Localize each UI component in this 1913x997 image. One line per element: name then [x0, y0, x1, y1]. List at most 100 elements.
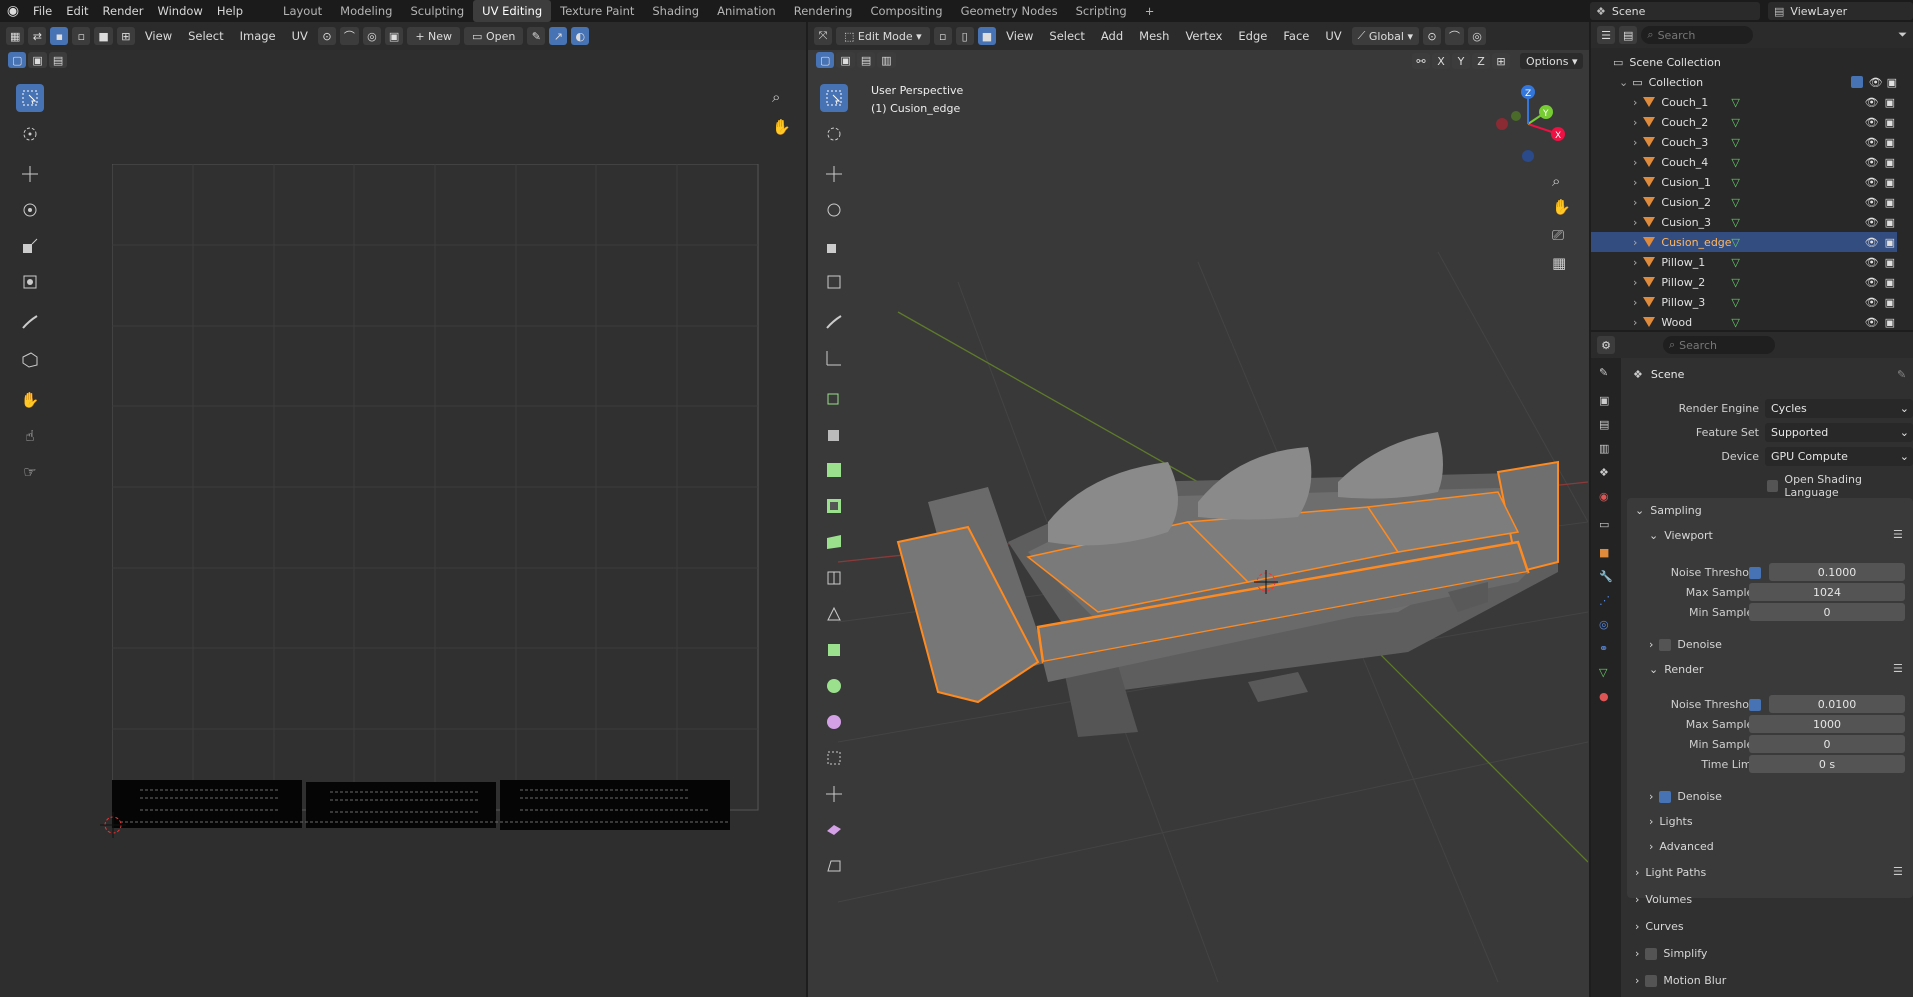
expand-chevron-icon[interactable]: › [1633, 216, 1637, 229]
data-tab-icon[interactable]: ▽ [1599, 666, 1607, 679]
annotate-tool-icon[interactable] [16, 308, 44, 336]
uv-menu-image[interactable]: Image [234, 29, 282, 43]
render-presets-icon[interactable]: ☰ [1893, 662, 1903, 675]
outliner-item[interactable]: › Couch_4 ▽ 👁 ▣ [1591, 152, 1897, 172]
expand-chevron-icon[interactable]: › [1633, 156, 1637, 169]
render-visibility-icon[interactable]: ▣ [1885, 136, 1895, 149]
scene-tab-icon[interactable]: ❖ [1599, 466, 1609, 479]
outliner-type-icon[interactable]: ☰ [1597, 26, 1615, 44]
collection-visibility-icon[interactable]: 👁 [1869, 76, 1883, 89]
select-mode-new-icon[interactable]: ▢ [8, 52, 27, 68]
volumes-row[interactable]: › Volumes [1635, 893, 1692, 906]
viewport-scene[interactable] [838, 222, 1588, 992]
proportional-editing-icon[interactable]: ◎ [1468, 27, 1486, 45]
workspace-tab-geometry-nodes[interactable]: Geometry Nodes [952, 0, 1067, 22]
expand-chevron-icon[interactable]: › [1633, 296, 1637, 309]
visibility-icon[interactable]: 👁 [1865, 116, 1879, 129]
visibility-icon[interactable]: 👁 [1865, 176, 1879, 189]
r-min-samples-field[interactable]: 0 [1749, 735, 1905, 753]
collection-row[interactable]: ⌄ ▭ Collection 👁 ▣ [1591, 72, 1897, 92]
uv-menu-select[interactable]: Select [182, 29, 229, 43]
workspace-tab-scripting[interactable]: Scripting [1067, 0, 1136, 22]
gizmo-toggle-icon[interactable]: ↗ [549, 27, 568, 45]
vp-menu-select[interactable]: Select [1043, 29, 1090, 43]
visibility-icon[interactable]: 👁 [1865, 156, 1879, 169]
vp-noise-threshold-field[interactable]: 0.1000 [1769, 563, 1905, 581]
simplify-row[interactable]: › Simplify [1635, 947, 1707, 960]
outliner-item[interactable]: › Cusion_1 ▽ 👁 ▣ [1591, 172, 1897, 192]
select-mode-extend-icon[interactable]: ▣ [28, 52, 47, 68]
uv-pan-icon[interactable]: ✋ [772, 118, 791, 136]
light-paths-row[interactable]: › Light Paths [1635, 866, 1706, 879]
expand-chevron-icon[interactable]: › [1633, 176, 1637, 189]
viewport-editor-type-icon[interactable]: ⤧ [814, 27, 832, 45]
grab-tool-icon[interactable]: ✋ [16, 386, 44, 414]
blender-logo-icon[interactable]: ◉ [0, 3, 26, 19]
expand-chevron-icon[interactable]: › [1633, 116, 1637, 129]
edge-select-icon[interactable]: ▫ [72, 27, 91, 45]
pivot-point-icon[interactable]: ⊙ [1423, 27, 1441, 45]
axis-z-button[interactable]: Z [1472, 53, 1490, 69]
uv-menu-uv[interactable]: UV [286, 29, 314, 43]
scene-collection-row[interactable]: ▭ Scene Collection [1591, 52, 1897, 72]
vp-zoom-icon[interactable]: ⌕ [1552, 172, 1560, 190]
outliner-item[interactable]: › Cusion_3 ▽ 👁 ▣ [1591, 212, 1897, 232]
viewport-presets-icon[interactable]: ☰ [1893, 528, 1903, 541]
add-workspace-button[interactable]: + [1136, 0, 1164, 22]
r-noise-threshold-checkbox[interactable] [1749, 699, 1761, 711]
collection-render-icon[interactable]: ▣ [1887, 76, 1897, 89]
face-select-icon[interactable]: ■ [94, 27, 113, 45]
collection-tab-icon[interactable]: ▭ [1599, 518, 1609, 531]
r-max-samples-field[interactable]: 1000 [1749, 715, 1905, 733]
render-visibility-icon[interactable]: ▣ [1885, 276, 1895, 289]
rotate-tool-icon[interactable] [16, 196, 44, 224]
curves-row[interactable]: › Curves [1635, 920, 1684, 933]
expand-chevron-icon[interactable]: › [1633, 236, 1637, 249]
menu-edit[interactable]: Edit [59, 0, 95, 22]
uv-menu-view[interactable]: View [139, 29, 178, 43]
vp-select-invert-icon[interactable]: ▥ [877, 52, 896, 68]
menu-window[interactable]: Window [150, 0, 209, 22]
time-limit-field[interactable]: 0 s [1749, 755, 1905, 773]
render-subpanel-header[interactable]: ⌄ Render [1649, 663, 1703, 676]
material-tab-icon[interactable]: ● [1599, 690, 1609, 703]
vp-menu-edge[interactable]: Edge [1232, 29, 1273, 43]
snap-icon[interactable]: ⌒ [339, 27, 359, 45]
options-button[interactable]: Options ▾ [1520, 53, 1584, 69]
open-image-button[interactable]: ▭ Open [464, 27, 524, 45]
expand-chevron-icon[interactable]: › [1633, 136, 1637, 149]
vp-menu-face[interactable]: Face [1277, 29, 1315, 43]
axis-x-button[interactable]: X [1432, 53, 1450, 69]
simplify-checkbox[interactable] [1645, 947, 1658, 960]
render-visibility-icon[interactable]: ▣ [1885, 216, 1895, 229]
rip-tool-icon[interactable] [16, 346, 44, 374]
output-tab-icon[interactable]: ▤ [1599, 418, 1609, 431]
face-mode-icon[interactable]: ■ [977, 27, 997, 45]
workspace-tab-modeling[interactable]: Modeling [331, 0, 401, 22]
scene-selector[interactable]: ❖ Scene [1590, 2, 1760, 20]
vp-select-box-tool-icon[interactable] [820, 84, 848, 112]
vertex-mode-icon[interactable]: ▫ [933, 27, 952, 45]
edge-mode-icon[interactable]: ▯ [955, 27, 974, 45]
outliner-item[interactable]: › Pillow_2 ▽ 👁 ▣ [1591, 272, 1897, 292]
vp-menu-mesh[interactable]: Mesh [1133, 29, 1175, 43]
properties-search-field[interactable]: ⌕ Search [1663, 336, 1775, 354]
vp-noise-threshold-checkbox[interactable] [1749, 567, 1761, 579]
auto-merge-icon[interactable]: ⊞ [1492, 53, 1510, 69]
vp-rotate-tool-icon[interactable] [820, 196, 848, 224]
vp-pan-icon[interactable]: ✋ [1552, 198, 1571, 216]
collection-checkbox[interactable] [1850, 76, 1863, 88]
vp-min-samples-field[interactable]: 0 [1749, 603, 1905, 621]
workspace-tab-compositing[interactable]: Compositing [861, 0, 951, 22]
motion-blur-checkbox[interactable] [1645, 974, 1658, 987]
expand-chevron-icon[interactable]: › [1633, 316, 1637, 329]
visibility-icon[interactable]: 👁 [1865, 236, 1879, 249]
constraints-tab-icon[interactable]: ⚭ [1599, 642, 1608, 655]
visibility-icon[interactable]: 👁 [1865, 216, 1879, 229]
uv-grid[interactable] [112, 164, 760, 812]
sampling-header[interactable]: ⌄ Sampling [1635, 504, 1702, 517]
outliner-item[interactable]: › Cusion_2 ▽ 👁 ▣ [1591, 192, 1897, 212]
expand-chevron-icon[interactable]: › [1633, 276, 1637, 289]
outliner-item[interactable]: › Pillow_3 ▽ 👁 ▣ [1591, 292, 1897, 312]
proportional-edit-icon[interactable]: ◎ [362, 27, 381, 45]
